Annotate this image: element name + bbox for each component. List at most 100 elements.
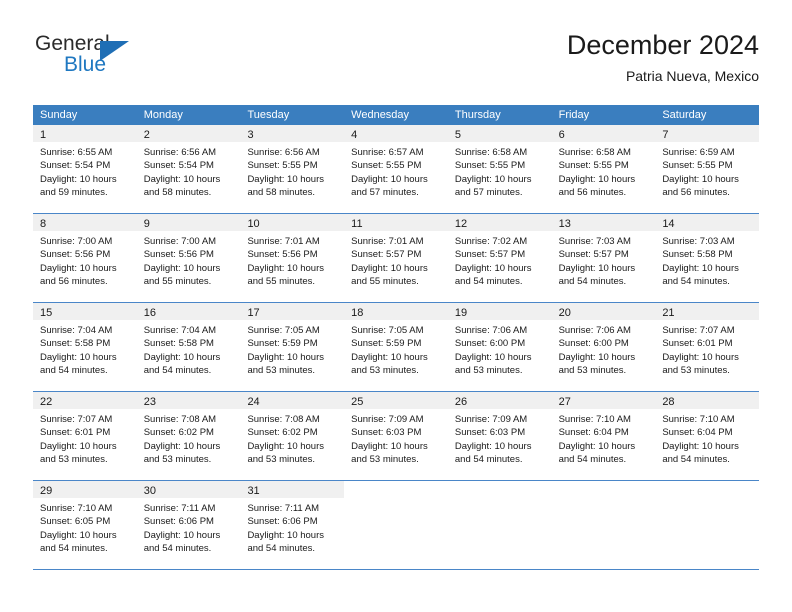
day-cell[interactable]: 12 Sunrise: 7:02 AM Sunset: 5:57 PM Dayl…	[447, 214, 552, 302]
day-cell[interactable]: 2 Sunrise: 6:56 AM Sunset: 5:54 PM Dayli…	[136, 125, 241, 213]
daylight-text-line1: Daylight: 10 hours	[558, 262, 636, 274]
day-number: 12	[454, 218, 468, 230]
sunset-text: Sunset: 6:06 PM	[143, 516, 214, 528]
sunrise-text: Sunrise: 7:01 AM	[247, 236, 320, 247]
day-number-band: 7	[655, 125, 760, 142]
daylight-text-line2: and 53 minutes.	[454, 365, 523, 377]
daylight-text-line1: Daylight: 10 hours	[247, 351, 325, 363]
daylight-text-line2: and 54 minutes.	[558, 276, 627, 288]
calendar-week-row: 29 Sunrise: 7:10 AM Sunset: 6:05 PM Dayl…	[33, 481, 760, 570]
daylight-text-line2: and 54 minutes.	[143, 365, 212, 377]
day-number-band: 8	[33, 214, 137, 231]
day-number-band: 19	[447, 303, 552, 320]
day-cell[interactable]: 30 Sunrise: 7:11 AM Sunset: 6:06 PM Dayl…	[136, 481, 241, 569]
sunrise-text: Sunrise: 7:06 AM	[558, 325, 631, 336]
sunset-text: Sunset: 5:55 PM	[351, 160, 422, 172]
day-cell[interactable]: 22 Sunrise: 7:07 AM Sunset: 6:01 PM Dayl…	[33, 392, 137, 480]
day-details	[448, 498, 552, 502]
daylight-text-line1: Daylight: 10 hours	[40, 529, 117, 541]
sunrise-text: Sunrise: 7:04 AM	[40, 325, 113, 336]
general-blue-logo[interactable]: General Blue	[33, 32, 263, 94]
sunset-text: Sunset: 5:55 PM	[247, 160, 318, 172]
sunset-text: Sunset: 5:55 PM	[558, 160, 629, 172]
day-number-band: 12	[447, 214, 552, 231]
day-cell[interactable]: 4 Sunrise: 6:57 AM Sunset: 5:55 PM Dayli…	[344, 125, 448, 213]
day-cell[interactable]: 8 Sunrise: 7:00 AM Sunset: 5:56 PM Dayli…	[33, 214, 137, 302]
day-cell[interactable]: 23 Sunrise: 7:08 AM Sunset: 6:02 PM Dayl…	[136, 392, 241, 480]
day-number: 24	[247, 396, 260, 408]
day-cell[interactable]: 18 Sunrise: 7:05 AM Sunset: 5:59 PM Dayl…	[344, 303, 448, 391]
day-details: Sunrise: 7:00 AM Sunset: 5:56 PM Dayligh…	[33, 231, 137, 289]
day-details: Sunrise: 6:58 AM Sunset: 5:55 PM Dayligh…	[552, 142, 656, 200]
day-details: Sunrise: 7:01 AM Sunset: 5:57 PM Dayligh…	[344, 231, 448, 289]
day-number-band: 11	[344, 214, 448, 231]
daylight-text-line2: and 53 minutes.	[247, 365, 316, 377]
day-cell[interactable]: 29 Sunrise: 7:10 AM Sunset: 6:05 PM Dayl…	[33, 481, 137, 569]
sunset-text: Sunset: 5:57 PM	[351, 249, 422, 261]
weekday-header-saturday: Saturday	[662, 109, 707, 121]
day-cell[interactable]: 28 Sunrise: 7:10 AM Sunset: 6:04 PM Dayl…	[655, 392, 760, 480]
sunrise-text: Sunrise: 7:10 AM	[558, 414, 631, 425]
day-cell[interactable]: 7 Sunrise: 6:59 AM Sunset: 5:55 PM Dayli…	[655, 125, 760, 213]
weekday-header-friday: Friday	[558, 109, 590, 121]
day-cell[interactable]: 19 Sunrise: 7:06 AM Sunset: 6:00 PM Dayl…	[447, 303, 552, 391]
daylight-text-line1: Daylight: 10 hours	[143, 351, 221, 363]
sunrise-text: Sunrise: 7:10 AM	[662, 414, 735, 425]
sunrise-text: Sunrise: 7:03 AM	[558, 236, 631, 247]
calendar-grid: Sunday Monday Tuesday Wednesday Thursday…	[33, 105, 760, 570]
sunset-text: Sunset: 5:57 PM	[558, 249, 629, 261]
daylight-text-line2: and 54 minutes.	[558, 454, 627, 466]
sunrise-text: Sunrise: 6:56 AM	[247, 147, 320, 158]
daylight-text-line1: Daylight: 10 hours	[40, 351, 117, 363]
day-cell[interactable]: 5 Sunrise: 6:58 AM Sunset: 5:55 PM Dayli…	[447, 125, 552, 213]
day-cell[interactable]: 3 Sunrise: 6:56 AM Sunset: 5:55 PM Dayli…	[240, 125, 345, 213]
sunset-text: Sunset: 6:03 PM	[351, 427, 422, 439]
day-number-band: 30	[136, 481, 241, 498]
day-details: Sunrise: 7:06 AM Sunset: 6:00 PM Dayligh…	[448, 320, 552, 378]
day-cell[interactable]: 20 Sunrise: 7:06 AM Sunset: 6:00 PM Dayl…	[551, 303, 656, 391]
day-cell[interactable]: 9 Sunrise: 7:00 AM Sunset: 5:56 PM Dayli…	[136, 214, 241, 302]
sunrise-text: Sunrise: 6:56 AM	[143, 147, 217, 158]
day-cell[interactable]: 16 Sunrise: 7:04 AM Sunset: 5:58 PM Dayl…	[136, 303, 241, 391]
day-number-band: 4	[344, 125, 448, 142]
day-cell[interactable]: 15 Sunrise: 7:04 AM Sunset: 5:58 PM Dayl…	[33, 303, 137, 391]
daylight-text-line2: and 53 minutes.	[143, 454, 212, 466]
daylight-text-line2: and 58 minutes.	[247, 187, 316, 199]
day-cell[interactable]: 6 Sunrise: 6:58 AM Sunset: 5:55 PM Dayli…	[551, 125, 656, 213]
day-cell[interactable]: 1 Sunrise: 6:55 AM Sunset: 5:54 PM Dayli…	[33, 125, 137, 213]
daylight-text-line1: Daylight: 10 hours	[40, 262, 117, 274]
day-cell[interactable]: 13 Sunrise: 7:03 AM Sunset: 5:57 PM Dayl…	[551, 214, 656, 302]
day-number-band: 20	[551, 303, 656, 320]
day-cell[interactable]: 11 Sunrise: 7:01 AM Sunset: 5:57 PM Dayl…	[344, 214, 448, 302]
day-cell[interactable]: 25 Sunrise: 7:09 AM Sunset: 6:03 PM Dayl…	[344, 392, 448, 480]
daylight-text-line1: Daylight: 10 hours	[662, 440, 739, 452]
day-cell[interactable]: 31 Sunrise: 7:11 AM Sunset: 6:06 PM Dayl…	[240, 481, 345, 569]
page-title: December 2024	[566, 30, 759, 60]
sunset-text: Sunset: 5:57 PM	[454, 249, 526, 261]
sunrise-text: Sunrise: 7:10 AM	[40, 503, 113, 514]
daylight-text-line1: Daylight: 10 hours	[454, 173, 532, 185]
day-cell[interactable]: 21 Sunrise: 7:07 AM Sunset: 6:01 PM Dayl…	[655, 303, 760, 391]
daylight-text-line1: Daylight: 10 hours	[351, 262, 428, 274]
daylight-text-line1: Daylight: 10 hours	[247, 173, 325, 185]
daylight-text-line1: Daylight: 10 hours	[40, 440, 117, 452]
day-cell[interactable]: 26 Sunrise: 7:09 AM Sunset: 6:03 PM Dayl…	[447, 392, 552, 480]
day-details: Sunrise: 7:10 AM Sunset: 6:05 PM Dayligh…	[33, 498, 137, 556]
day-details: Sunrise: 6:55 AM Sunset: 5:54 PM Dayligh…	[33, 142, 137, 200]
day-cell[interactable]: 10 Sunrise: 7:01 AM Sunset: 5:56 PM Dayl…	[240, 214, 345, 302]
sunrise-text: Sunrise: 6:57 AM	[351, 147, 424, 158]
day-details: Sunrise: 7:01 AM Sunset: 5:56 PM Dayligh…	[240, 231, 344, 289]
day-cell[interactable]: 17 Sunrise: 7:05 AM Sunset: 5:59 PM Dayl…	[240, 303, 345, 391]
daylight-text-line2: and 56 minutes.	[558, 187, 627, 199]
day-cell[interactable]: 14 Sunrise: 7:03 AM Sunset: 5:58 PM Dayl…	[655, 214, 760, 302]
day-details: Sunrise: 7:04 AM Sunset: 5:58 PM Dayligh…	[137, 320, 241, 378]
day-details: Sunrise: 7:10 AM Sunset: 6:04 PM Dayligh…	[552, 409, 656, 467]
title-block: December 2024 Patria Nueva, Mexico	[567, 28, 759, 86]
day-number-band: 5	[447, 125, 552, 142]
day-cell[interactable]: 24 Sunrise: 7:08 AM Sunset: 6:02 PM Dayl…	[240, 392, 345, 480]
day-cell[interactable]: 27 Sunrise: 7:10 AM Sunset: 6:04 PM Dayl…	[551, 392, 656, 480]
day-details: Sunrise: 7:08 AM Sunset: 6:02 PM Dayligh…	[240, 409, 344, 467]
day-number-band: 25	[344, 392, 448, 409]
daylight-text-line2: and 58 minutes.	[143, 187, 212, 199]
daylight-text-line2: and 57 minutes.	[351, 187, 419, 199]
